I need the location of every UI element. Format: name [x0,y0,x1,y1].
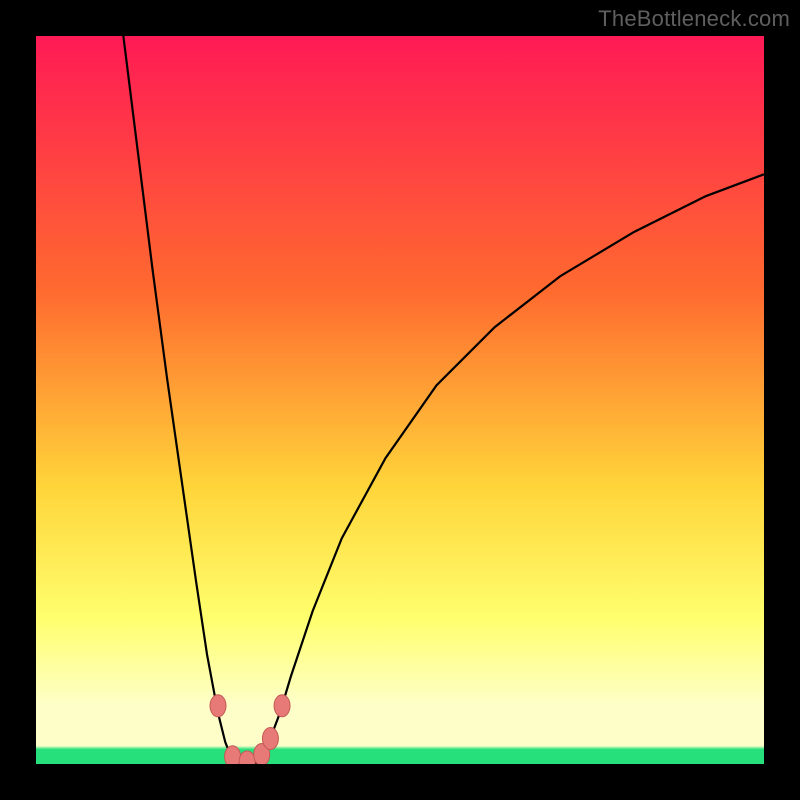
data-marker [239,751,255,764]
data-marker [210,695,226,717]
data-marker [274,695,290,717]
watermark-label: TheBottleneck.com [598,6,790,32]
data-marker [225,746,241,764]
data-marker [262,728,278,750]
plot-area [36,36,764,764]
curve-left-branch [123,36,232,760]
curve-right-branch [262,174,764,760]
curve-layer [36,36,764,764]
chart-frame: TheBottleneck.com [0,0,800,800]
